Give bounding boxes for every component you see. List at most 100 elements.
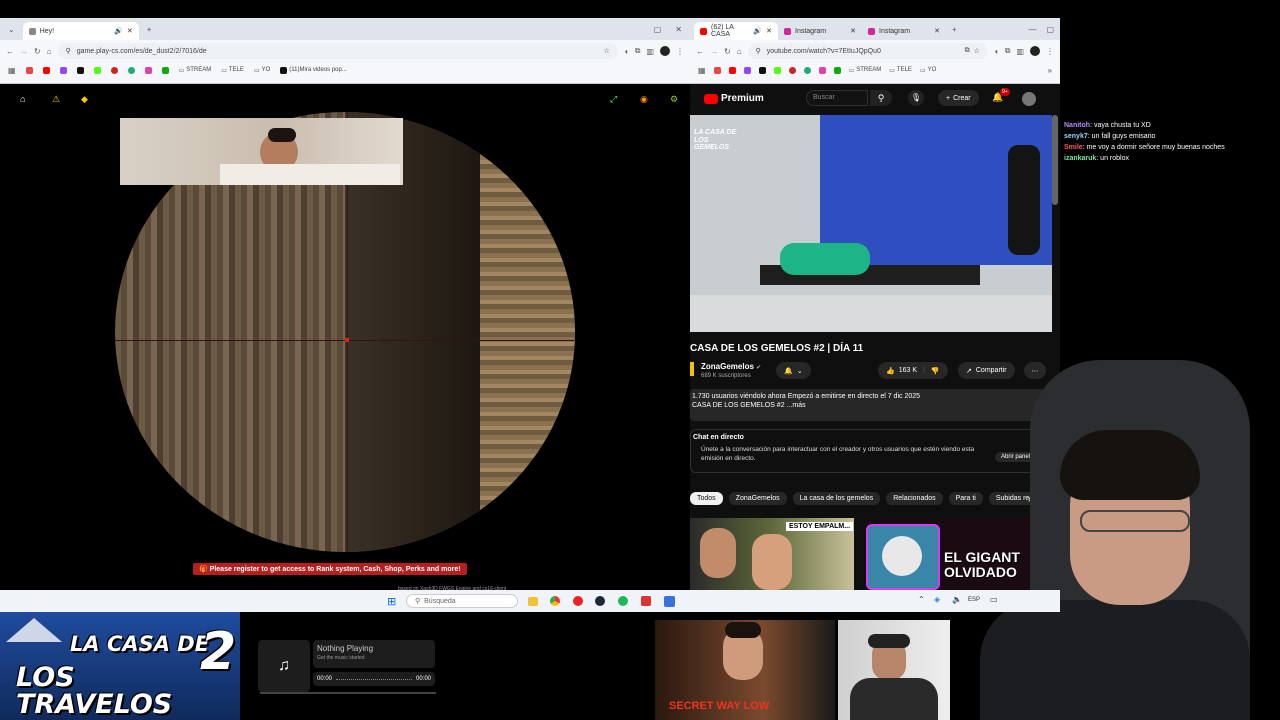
tab-search-icon[interactable]: ⌄: [8, 25, 15, 34]
recommended-thumbnail-1[interactable]: ESTOY EMPALM...: [690, 518, 854, 590]
app-icon[interactable]: [641, 596, 651, 606]
reload-icon[interactable]: ↻: [34, 47, 41, 56]
forward-icon[interactable]: →: [710, 47, 718, 56]
bookmark-star-icon[interactable]: ☆: [974, 47, 980, 55]
bookmark-icon[interactable]: [788, 66, 796, 74]
chip-zonagemelos[interactable]: ZonaGemelos: [728, 492, 787, 505]
chip-all[interactable]: Todos: [690, 492, 723, 505]
voice-search-button[interactable]: 🎙: [908, 90, 924, 106]
bookmark-folder-yo[interactable]: ▭ YO: [254, 67, 270, 74]
search-button[interactable]: ⚲: [870, 90, 892, 106]
chip-la-casa[interactable]: La casa de los gemelos: [792, 492, 881, 505]
profile-avatar[interactable]: [660, 46, 670, 56]
tab-youtube[interactable]: (62) LA CASA 🔊 ✕: [694, 22, 778, 40]
account-avatar[interactable]: [1022, 92, 1036, 106]
bookmark-icon[interactable]: [161, 66, 169, 74]
close-tab-icon[interactable]: ✕: [850, 27, 856, 35]
youtube-icon[interactable]: [42, 66, 50, 74]
sound-icon[interactable]: ◖: [994, 47, 999, 56]
channel-name[interactable]: ZonaGemelos ✔: [701, 362, 761, 371]
youtube-logo[interactable]: Premium: [704, 93, 764, 104]
sound-icon[interactable]: ◖: [624, 47, 629, 56]
steam-icon[interactable]: [595, 596, 605, 606]
tray-chevron-icon[interactable]: ⌃: [918, 595, 925, 604]
youtube-scrollbar[interactable]: [1052, 115, 1058, 205]
file-explorer-icon[interactable]: [528, 597, 538, 606]
thumbs-down-icon[interactable]: 👎: [931, 367, 940, 375]
bookmark-icon[interactable]: [818, 66, 826, 74]
bookmark-icon[interactable]: [803, 66, 811, 74]
taskbar-search-input[interactable]: ⚲ Búsqueda: [406, 594, 518, 608]
bookmark-icon[interactable]: [144, 66, 152, 74]
home-icon[interactable]: ⌂: [737, 47, 742, 56]
kick-icon[interactable]: [93, 66, 101, 74]
notifications-button[interactable]: 🔔 9+: [992, 88, 1010, 103]
network-icon[interactable]: ▭: [990, 595, 998, 604]
windows-start-icon[interactable]: ⊞: [387, 595, 396, 608]
fullscreen-icon[interactable]: ⤢: [610, 94, 617, 105]
record-icon[interactable]: [573, 596, 583, 606]
tiktok-icon[interactable]: [758, 66, 766, 74]
bookmark-folder-tele[interactable]: ▭ TELE: [221, 67, 244, 74]
spotify-icon[interactable]: [618, 596, 628, 606]
bookmark-star-icon[interactable]: ☆: [604, 47, 610, 55]
diamond-icon[interactable]: ◆: [81, 94, 88, 105]
bookmark-icon[interactable]: [713, 66, 721, 74]
notify-bell-button[interactable]: 🔔 ⌄: [776, 362, 811, 379]
warning-icon[interactable]: ⚠: [52, 94, 60, 105]
bookmark-folder-tele[interactable]: ▭ TELE: [889, 67, 912, 74]
twitch-icon[interactable]: [59, 66, 67, 74]
extensions-icon[interactable]: ⧉: [1005, 46, 1011, 56]
create-button[interactable]: + Crear: [938, 90, 979, 106]
close-tab-icon[interactable]: ✕: [127, 27, 133, 35]
bookmark-icon[interactable]: [127, 66, 135, 74]
close-tab-icon[interactable]: ✕: [766, 27, 772, 35]
forward-icon[interactable]: →: [20, 47, 28, 56]
more-bookmarks-icon[interactable]: »: [1048, 66, 1052, 75]
minimize-icon[interactable]: —: [1028, 25, 1036, 34]
close-tab-icon[interactable]: ✕: [934, 27, 940, 35]
site-info-icon[interactable]: ⚲: [756, 47, 761, 55]
back-icon[interactable]: ←: [696, 47, 704, 56]
menu-icon[interactable]: ⋮: [1046, 47, 1054, 56]
install-icon[interactable]: ⧉: [965, 47, 970, 55]
volume-icon[interactable]: 🔈: [952, 595, 962, 604]
bookmark-folder-yo[interactable]: ▭ YO: [920, 67, 936, 74]
like-button[interactable]: 👍 163 K | 👎: [878, 362, 948, 379]
reload-icon[interactable]: ↻: [724, 47, 731, 56]
tray-icon[interactable]: ◈: [934, 595, 940, 604]
chip-relacionados[interactable]: Relacionados: [886, 492, 943, 505]
apps-icon[interactable]: ▦: [8, 66, 16, 75]
chrome-icon[interactable]: [550, 596, 560, 606]
twitch-icon[interactable]: [743, 66, 751, 74]
home-icon[interactable]: ⌂: [20, 94, 25, 104]
tab-instagram-2[interactable]: Instagram ✕: [862, 22, 946, 40]
tab-instagram-1[interactable]: Instagram ✕: [778, 22, 862, 40]
restore-icon[interactable]: ▢: [1046, 25, 1054, 34]
back-icon[interactable]: ←: [6, 47, 14, 56]
game-canvas[interactable]: ⌂ ⚠ ◆ ⤢ ◉ ⚙ 🎁 Please register to get acc…: [0, 84, 690, 592]
extensions-icon[interactable]: ⧉: [635, 46, 641, 56]
restore-icon[interactable]: ▢: [654, 25, 662, 34]
bookmark-tiktok[interactable]: (11)Mira videos pop...: [280, 66, 347, 74]
bookmark-icon[interactable]: [833, 66, 841, 74]
tab-hey[interactable]: Hey! 🔊 ✕: [22, 22, 139, 40]
youtube-icon[interactable]: [728, 66, 736, 74]
new-tab-icon[interactable]: +: [147, 25, 152, 34]
register-banner[interactable]: 🎁 Please register to get access to Rank …: [193, 563, 467, 575]
video-player[interactable]: LA CASA DE LOS GEMELOS: [690, 115, 1052, 332]
language-indicator[interactable]: ESP: [968, 597, 980, 603]
split-icon[interactable]: ▥: [646, 47, 654, 56]
site-info-icon[interactable]: ⚲: [66, 47, 71, 55]
app-icon[interactable]: [664, 596, 675, 607]
profile-avatar[interactable]: [1030, 46, 1040, 56]
right-address-bar[interactable]: ⚲ youtube.com/watch?v=7EtIuJQpQu0 ⧉ ☆: [747, 43, 988, 59]
apps-icon[interactable]: ▦: [698, 66, 706, 75]
home-icon[interactable]: ⌂: [47, 47, 52, 56]
kick-icon[interactable]: [773, 66, 781, 74]
bookmark-icon[interactable]: [110, 66, 118, 74]
bookmark-folder-stream[interactable]: ▭ STREAM: [179, 67, 212, 74]
settings-icon[interactable]: ⚙: [670, 94, 678, 105]
youtube-search-input[interactable]: Buscar: [806, 90, 868, 106]
fox-icon[interactable]: ◉: [640, 94, 648, 105]
